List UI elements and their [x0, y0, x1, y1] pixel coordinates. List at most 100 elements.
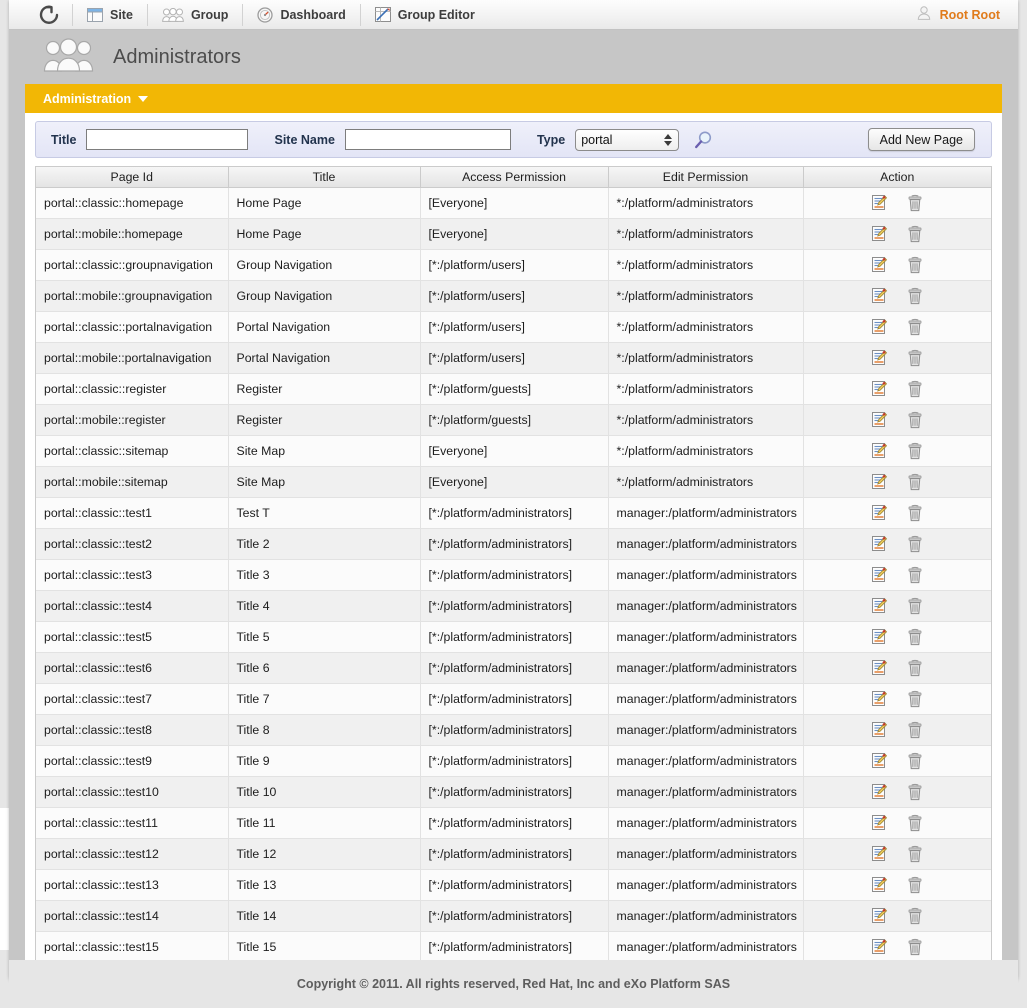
trash-delete-icon[interactable]	[907, 814, 923, 832]
edit-page-icon[interactable]	[871, 349, 888, 366]
table-row[interactable]: portal::classic::portalnavigation Portal …	[36, 311, 991, 343]
trash-delete-icon[interactable]	[907, 349, 923, 367]
edit-page-icon[interactable]	[871, 814, 888, 831]
table-row[interactable]: portal::classic::test4 Title 4 [*:/platfor…	[36, 590, 991, 622]
edit-page-icon[interactable]	[871, 597, 888, 614]
edit-page-icon[interactable]	[871, 380, 888, 397]
title-input[interactable]	[86, 129, 249, 150]
table-row[interactable]: portal::classic::test14 Title 14 [*:/platf…	[36, 900, 991, 932]
table-row[interactable]: portal::classic::test8 Title 8 [*:/platfor…	[36, 714, 991, 746]
trash-delete-icon[interactable]	[907, 783, 923, 801]
edit-page-icon[interactable]	[871, 535, 888, 552]
add-new-page-button[interactable]: Add New Page	[867, 128, 975, 151]
table-row[interactable]: portal::classic::test6 Title 6 [*:/platfor…	[36, 652, 991, 684]
edit-page-icon[interactable]	[871, 845, 888, 862]
trash-delete-icon[interactable]	[907, 628, 923, 646]
toolbar-item-site[interactable]: Site	[74, 0, 146, 29]
toolbar-item-dashboard[interactable]: Dashboard	[244, 0, 358, 29]
table-row[interactable]: portal::classic::homepage Home Page [Every…	[36, 187, 991, 219]
trash-delete-icon[interactable]	[907, 597, 923, 615]
table-row[interactable]: portal::classic::test3 Title 3 [*:/platfor…	[36, 559, 991, 591]
trash-delete-icon[interactable]	[907, 504, 923, 522]
edit-page-icon[interactable]	[871, 225, 888, 242]
user-menu[interactable]: Root Root	[916, 0, 1000, 29]
edit-page-icon[interactable]	[871, 442, 888, 459]
trash-delete-icon[interactable]	[907, 380, 923, 398]
trash-delete-icon[interactable]	[907, 256, 923, 274]
sitename-input[interactable]	[344, 129, 511, 150]
cell-access-permission: [*:/platform/administrators]	[420, 869, 609, 901]
trash-delete-icon[interactable]	[907, 287, 923, 305]
column-header-edit-permission[interactable]: Edit Permission	[608, 167, 804, 188]
cell-edit-permission: manager:/platform/administrators	[608, 931, 804, 963]
exo-swirl-logo-icon[interactable]	[27, 0, 71, 29]
edit-page-icon[interactable]	[871, 318, 888, 335]
trash-delete-icon[interactable]	[907, 876, 923, 894]
administration-menu-label: Administration	[43, 91, 132, 106]
trash-delete-icon[interactable]	[907, 318, 923, 336]
trash-delete-icon[interactable]	[907, 194, 923, 212]
magnifier-search-icon[interactable]	[693, 130, 713, 150]
table-row[interactable]: portal::classic::register Register [*:/pla…	[36, 373, 991, 405]
trash-delete-icon[interactable]	[907, 752, 923, 770]
site-window-icon	[87, 7, 103, 22]
trash-delete-icon[interactable]	[907, 907, 923, 925]
cell-page-id: portal::mobile::homepage	[36, 218, 229, 250]
edit-page-icon[interactable]	[871, 752, 888, 769]
edit-page-icon[interactable]	[871, 473, 888, 490]
toolbar-item-group[interactable]: Group	[149, 0, 242, 29]
edit-page-icon[interactable]	[871, 721, 888, 738]
edit-page-icon[interactable]	[871, 194, 888, 211]
table-row[interactable]: portal::classic::test5 Title 5 [*:/platfor…	[36, 621, 991, 653]
column-header-action[interactable]: Action	[803, 167, 991, 188]
cell-title: Title 13	[228, 869, 421, 901]
table-row[interactable]: portal::classic::test2 Title 2 [*:/platfor…	[36, 528, 991, 560]
trash-delete-icon[interactable]	[907, 659, 923, 677]
table-row[interactable]: portal::classic::groupnavigation Group Na…	[36, 249, 991, 281]
table-row[interactable]: portal::classic::test11 Title 11 [*:/platf…	[36, 807, 991, 839]
table-row[interactable]: portal::mobile::portalnavigation Portal N…	[36, 342, 991, 374]
trash-delete-icon[interactable]	[907, 721, 923, 739]
column-header-access-permission[interactable]: Access Permission	[420, 167, 609, 188]
column-header-page-id[interactable]: Page Id	[36, 167, 229, 188]
table-row[interactable]: portal::classic::test7 Title 7 [*:/platfor…	[36, 683, 991, 715]
edit-page-icon[interactable]	[871, 566, 888, 583]
trash-delete-icon[interactable]	[907, 225, 923, 243]
table-row[interactable]: portal::classic::sitemap Site Map [Everyon…	[36, 435, 991, 467]
administration-menu-bar[interactable]: Administration	[25, 84, 1002, 113]
table-row[interactable]: portal::classic::test12 Title 12 [*:/platf…	[36, 838, 991, 870]
trash-delete-icon[interactable]	[907, 566, 923, 584]
cell-page-id: portal::classic::sitemap	[36, 435, 229, 467]
edit-page-icon[interactable]	[871, 876, 888, 893]
edit-page-icon[interactable]	[871, 690, 888, 707]
edit-page-icon[interactable]	[871, 411, 888, 428]
edit-page-icon[interactable]	[871, 907, 888, 924]
table-row[interactable]: portal::mobile::homepage Home Page [Everyo…	[36, 218, 991, 250]
trash-delete-icon[interactable]	[907, 473, 923, 491]
type-select[interactable]: portal	[575, 128, 680, 151]
table-row[interactable]: portal::classic::test13 Title 13 [*:/platf…	[36, 869, 991, 901]
table-row[interactable]: portal::mobile::sitemap Site Map [Everyone…	[36, 466, 991, 498]
trash-delete-icon[interactable]	[907, 442, 923, 460]
table-row[interactable]: portal::classic::test9 Title 9 [*:/platfor…	[36, 745, 991, 777]
trash-delete-icon[interactable]	[907, 938, 923, 956]
table-row[interactable]: portal::classic::test10 Title 10 [*:/platf…	[36, 776, 991, 808]
table-row[interactable]: portal::mobile::register Register [*:/plat…	[36, 404, 991, 436]
toolbar-item-group-editor[interactable]: Group Editor	[362, 0, 488, 29]
edit-page-icon[interactable]	[871, 783, 888, 800]
column-header-title[interactable]: Title	[228, 167, 421, 188]
edit-page-icon[interactable]	[871, 938, 888, 955]
trash-delete-icon[interactable]	[907, 535, 923, 553]
edit-page-icon[interactable]	[871, 287, 888, 304]
table-row[interactable]: portal::classic::test15 Title 15 [*:/platf…	[36, 931, 991, 963]
edit-page-icon[interactable]	[871, 256, 888, 273]
cell-action	[803, 838, 991, 870]
trash-delete-icon[interactable]	[907, 845, 923, 863]
table-row[interactable]: portal::mobile::groupnavigation Group Nav…	[36, 280, 991, 312]
trash-delete-icon[interactable]	[907, 690, 923, 708]
edit-page-icon[interactable]	[871, 628, 888, 645]
edit-page-icon[interactable]	[871, 504, 888, 521]
trash-delete-icon[interactable]	[907, 411, 923, 429]
edit-page-icon[interactable]	[871, 659, 888, 676]
table-row[interactable]: portal::classic::test1 Test T [*:/platform…	[36, 497, 991, 529]
